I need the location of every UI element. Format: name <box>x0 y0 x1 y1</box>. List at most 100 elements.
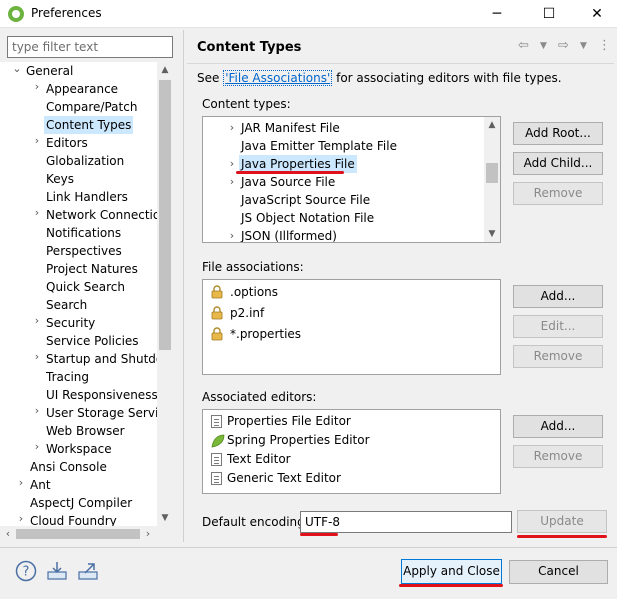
help-icon[interactable]: ? <box>15 560 37 582</box>
apply-and-close-button[interactable]: Apply and Close <box>401 559 502 584</box>
scroll-left-icon[interactable]: ‹ <box>0 526 16 542</box>
scroll-right-icon[interactable]: › <box>140 526 156 542</box>
scroll-up-icon[interactable]: ▲ <box>157 62 173 78</box>
tree-item[interactable]: Content Types <box>44 116 134 134</box>
editor-item[interactable]: Generic Text Editor <box>227 469 341 487</box>
forward-menu-chevron-icon[interactable]: ▼ <box>580 41 587 51</box>
scroll-thumb[interactable] <box>159 80 171 350</box>
tree-item[interactable]: Startup and Shutdown <box>46 350 173 368</box>
annotation-underline <box>300 533 338 536</box>
tree-item[interactable]: Quick Search <box>46 278 125 296</box>
tree-item[interactable]: Link Handlers <box>46 188 128 206</box>
associated-editors-list[interactable]: Properties File Editor Spring Properties … <box>202 409 501 494</box>
scroll-thumb[interactable] <box>486 163 498 183</box>
collapsed-chevron-icon[interactable]: › <box>32 440 42 453</box>
file-associations-list[interactable]: .options p2.inf *.properties <box>202 279 501 375</box>
edit-file-association-button[interactable]: Edit... <box>513 315 603 338</box>
tree-item[interactable]: AspectJ Compiler <box>30 494 132 512</box>
collapsed-chevron-icon[interactable]: › <box>32 404 42 417</box>
tree-item[interactable]: General <box>26 62 73 80</box>
tree-item[interactable]: Tracing <box>46 368 89 386</box>
remove-file-association-button[interactable]: Remove <box>513 345 603 368</box>
back-arrow-icon[interactable]: ⇦ <box>518 38 529 53</box>
tree-item[interactable]: Service Policies <box>46 332 139 350</box>
maximize-button[interactable]: ☐ <box>532 0 566 28</box>
collapsed-chevron-icon[interactable]: › <box>227 173 237 191</box>
tree-item[interactable]: Notifications <box>46 224 121 242</box>
back-menu-chevron-icon[interactable]: ▼ <box>540 41 547 51</box>
content-types-scrollbar[interactable]: ▲ ▼ <box>484 117 500 242</box>
content-type-item[interactable]: JavaScript Source File <box>241 191 370 209</box>
hint-prefix: See <box>197 71 224 85</box>
tree-item[interactable]: Compare/Patch <box>46 98 137 116</box>
collapsed-chevron-icon[interactable]: › <box>32 134 42 147</box>
tree-item[interactable]: Workspace <box>46 440 112 458</box>
collapsed-chevron-icon[interactable]: › <box>16 512 26 525</box>
file-association-item[interactable]: *.properties <box>230 325 301 343</box>
default-encoding-input[interactable] <box>300 511 512 533</box>
scroll-up-icon[interactable]: ▲ <box>484 117 500 133</box>
tree-item[interactable]: User Storage Service <box>46 404 172 422</box>
content-type-item[interactable]: JAR Manifest File <box>241 119 340 137</box>
editor-item[interactable]: Properties File Editor <box>227 412 351 430</box>
collapsed-chevron-icon[interactable]: › <box>16 476 26 489</box>
file-association-item[interactable]: .options <box>230 283 278 301</box>
tree-item[interactable]: Security <box>46 314 95 332</box>
add-editor-button[interactable]: Add... <box>513 415 603 438</box>
tree-item[interactable]: Ansi Console <box>30 458 107 476</box>
tree-item[interactable]: Appearance <box>46 80 118 98</box>
update-encoding-button[interactable]: Update <box>517 510 607 533</box>
collapsed-chevron-icon[interactable]: › <box>227 155 237 173</box>
forward-arrow-icon[interactable]: ⇨ <box>558 38 569 53</box>
collapsed-chevron-icon[interactable]: › <box>227 119 237 137</box>
tree-item[interactable]: Keys <box>46 170 74 188</box>
tree-horizontal-scrollbar[interactable]: ‹ › <box>0 526 173 542</box>
tree-item[interactable]: Editors <box>46 134 88 152</box>
content-types-tree[interactable]: ▲ ▼ › JAR Manifest File Java Emitter Templ… <box>202 116 501 243</box>
remove-editor-button[interactable]: Remove <box>513 445 603 468</box>
export-preferences-icon[interactable] <box>77 560 99 582</box>
close-button[interactable]: ✕ <box>580 0 614 28</box>
minimize-button[interactable]: ─ <box>480 0 514 28</box>
tree-item[interactable]: Perspectives <box>46 242 122 260</box>
tree-item[interactable]: Search <box>46 296 87 314</box>
file-associations-link[interactable]: 'File Associations' <box>223 70 333 86</box>
add-root-button[interactable]: Add Root... <box>513 122 603 145</box>
editor-item[interactable]: Spring Properties Editor <box>227 431 370 449</box>
collapsed-chevron-icon[interactable]: › <box>32 314 42 327</box>
collapsed-chevron-icon[interactable]: › <box>32 206 42 219</box>
scroll-down-icon[interactable]: ▼ <box>157 510 173 526</box>
scroll-down-icon[interactable]: ▼ <box>484 226 500 242</box>
add-file-association-button[interactable]: Add... <box>513 285 603 308</box>
text-file-icon <box>211 453 222 466</box>
filter-input[interactable] <box>7 36 173 58</box>
content-type-item[interactable]: JS Object Notation File <box>241 209 374 227</box>
annotation-underline <box>236 171 344 174</box>
file-associations-hint: See 'File Associations' for associating … <box>197 70 562 86</box>
sash-divider[interactable] <box>183 30 184 542</box>
tree-vertical-scrollbar[interactable]: ▲ ▼ <box>157 62 173 526</box>
more-menu-icon[interactable]: ⋮ <box>598 38 611 53</box>
file-association-item[interactable]: p2.inf <box>230 304 264 322</box>
tree-item[interactable]: Cloud Foundry <box>30 512 117 526</box>
collapsed-chevron-icon[interactable]: › <box>32 80 42 93</box>
editor-item[interactable]: Text Editor <box>227 450 291 468</box>
tree-item[interactable]: Web Browser <box>46 422 125 440</box>
add-child-button[interactable]: Add Child... <box>513 152 603 175</box>
collapsed-chevron-icon[interactable]: › <box>32 350 42 363</box>
tree-item[interactable]: Network Connections <box>46 206 173 224</box>
tree-item[interactable]: Project Natures <box>46 260 138 278</box>
remove-content-type-button[interactable]: Remove <box>513 182 603 205</box>
content-type-item[interactable]: Java Source File <box>241 173 335 191</box>
import-preferences-icon[interactable] <box>46 560 68 582</box>
cancel-button[interactable]: Cancel <box>509 560 608 584</box>
preference-tree[interactable]: General ⌄ Appearance › Compare/Patch Content … <box>0 62 173 526</box>
tree-item[interactable]: Globalization <box>46 152 124 170</box>
content-type-item[interactable]: JSON (Illformed) <box>241 227 337 242</box>
collapsed-chevron-icon[interactable]: › <box>227 227 237 242</box>
h-scroll-thumb[interactable] <box>16 529 140 539</box>
tree-item[interactable]: Ant <box>30 476 51 494</box>
tree-item[interactable]: UI Responsiveness Monitoring <box>46 386 173 404</box>
expanded-chevron-icon[interactable]: ⌄ <box>12 62 22 75</box>
content-type-item[interactable]: Java Emitter Template File <box>241 137 397 155</box>
